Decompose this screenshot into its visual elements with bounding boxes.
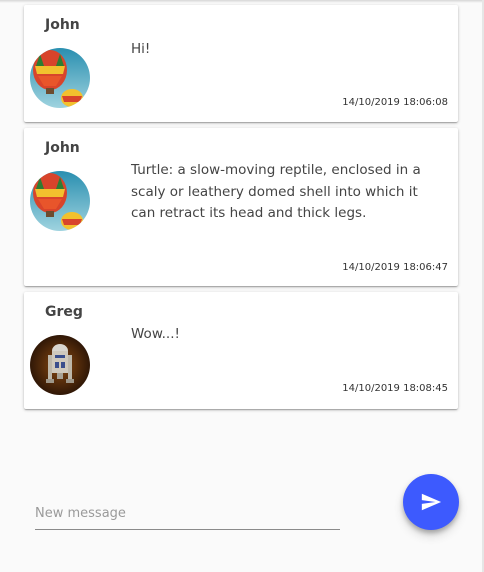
message-text: Hi! <box>131 41 151 57</box>
message-timestamp: 14/10/2019 18:06:47 <box>342 262 448 273</box>
avatar <box>30 48 90 108</box>
top-shadow <box>0 0 484 3</box>
send-button[interactable] <box>403 474 459 530</box>
new-message-field[interactable] <box>35 502 340 530</box>
message-author: John <box>45 140 80 156</box>
message-card: John Turtle: a slow-moving reptile, encl… <box>24 128 458 286</box>
hot-air-balloon-avatar-icon <box>30 48 90 108</box>
avatar <box>30 335 90 395</box>
message-author: Greg <box>45 304 83 320</box>
message-text: Turtle: a slow-moving reptile, enclosed … <box>131 162 421 221</box>
message-timestamp: 14/10/2019 18:08:45 <box>342 383 448 394</box>
send-icon <box>421 493 442 511</box>
message-card: John Hi! 14/10/2019 18:06:08 <box>24 5 458 122</box>
message-text: Wow...! <box>131 326 180 342</box>
avatar <box>30 171 90 231</box>
hot-air-balloon-avatar-icon <box>30 171 90 231</box>
r2d2-robot-avatar-icon <box>30 335 90 395</box>
message-card: Greg Wow...! 14/10/2019 18:08:45 <box>24 292 458 409</box>
message-timestamp: 14/10/2019 18:06:08 <box>342 97 448 108</box>
message-author: John <box>45 17 80 33</box>
new-message-input[interactable] <box>35 506 340 530</box>
